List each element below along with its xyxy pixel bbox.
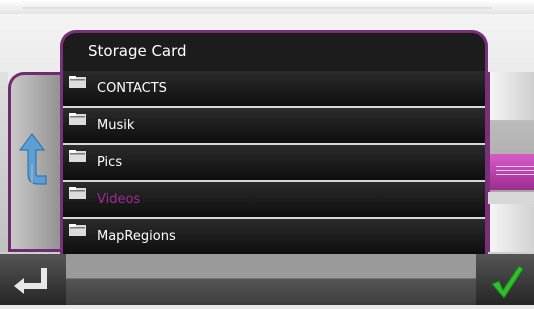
top-bar-reflection xyxy=(22,0,492,9)
list-item-selected[interactable]: Videos xyxy=(63,182,485,217)
checkmark-icon xyxy=(491,265,524,299)
thumb-grip xyxy=(496,166,534,167)
folder-icon xyxy=(69,224,86,236)
folder-icon xyxy=(69,150,86,162)
folder-label: Musik xyxy=(97,118,135,133)
list-item[interactable]: CONTACTS xyxy=(63,71,485,106)
ok-button[interactable] xyxy=(476,254,534,305)
folder-label: Videos xyxy=(97,192,141,207)
folder-label: Pics xyxy=(97,155,123,170)
scroll-up-button[interactable] xyxy=(487,72,534,120)
enter-icon xyxy=(14,268,47,294)
scroll-thumb[interactable] xyxy=(487,154,534,190)
bottom-bar xyxy=(0,254,534,305)
back-button[interactable] xyxy=(12,130,56,194)
folder-label: CONTACTS xyxy=(97,81,167,96)
bottom-bar-center xyxy=(66,254,476,279)
thumb-grip xyxy=(496,170,534,171)
scrollbar[interactable] xyxy=(487,72,534,252)
list-item[interactable]: Musik xyxy=(63,108,485,143)
list-item[interactable]: MapRegions xyxy=(63,219,485,254)
thumb-grip xyxy=(496,174,534,175)
enter-button[interactable] xyxy=(0,254,66,305)
folder-list: CONTACTS Musik Pics Videos MapRegions xyxy=(63,71,485,254)
folder-icon xyxy=(69,187,86,199)
left-edge xyxy=(0,72,8,252)
back-arrow-icon xyxy=(19,133,47,186)
list-item[interactable]: Pics xyxy=(63,145,485,180)
folder-icon xyxy=(69,76,86,88)
top-bar xyxy=(0,0,534,14)
scroll-down-button[interactable] xyxy=(487,204,534,252)
window-title: Storage Card xyxy=(88,42,187,60)
folder-label: MapRegions xyxy=(97,229,176,244)
folder-icon xyxy=(69,113,86,125)
